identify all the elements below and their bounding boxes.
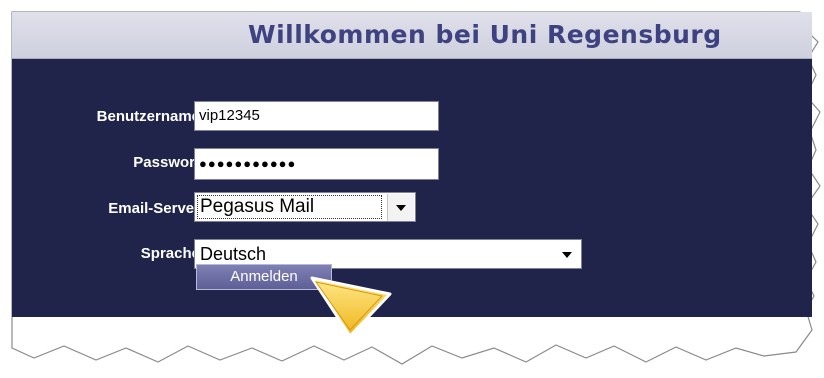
- page-title: Willkommen bei Uni Regensburg: [248, 20, 722, 49]
- email-server-select[interactable]: Pegasus Mail: [194, 192, 416, 222]
- email-server-value: Pegasus Mail: [200, 196, 315, 217]
- dropdown-arrow-icon[interactable]: [554, 241, 580, 268]
- login-form: Benutzername vip12345 Passwort ●●●●●●●●●…: [12, 59, 812, 317]
- username-label: Benutzername: [96, 108, 200, 125]
- pointer-cursor-icon: [310, 276, 392, 338]
- dropdown-arrow-icon[interactable]: [387, 194, 414, 221]
- header-bar: Willkommen bei Uni Regensburg: [12, 12, 812, 59]
- password-input[interactable]: ●●●●●●●●●●●: [194, 148, 439, 180]
- login-panel: Willkommen bei Uni Regensburg Benutzerna…: [12, 12, 812, 317]
- email-server-label: Email-Server: [108, 200, 200, 217]
- language-label: Sprache: [140, 245, 200, 262]
- password-label: Passwort: [133, 154, 200, 171]
- username-input[interactable]: vip12345: [194, 101, 439, 131]
